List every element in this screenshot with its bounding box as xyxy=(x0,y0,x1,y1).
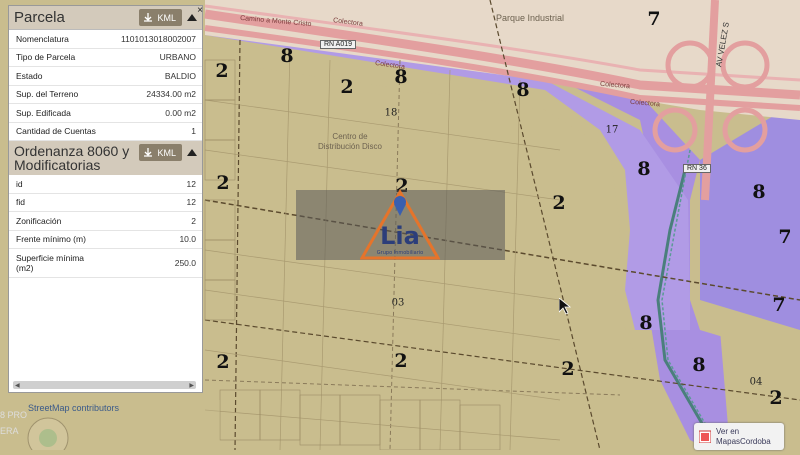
zone-label: 2 xyxy=(769,387,783,409)
row-key: Superficie mínima (m2) xyxy=(16,253,85,273)
scroll-right-icon[interactable]: ▶ xyxy=(189,382,194,389)
row-key: Cantidad de Cuentas xyxy=(16,126,96,137)
row-value: BALDIO xyxy=(164,70,196,81)
zone-label: 2 xyxy=(561,358,575,380)
table-row: fid 12 xyxy=(9,194,202,212)
button-line-2: MapasCordoba xyxy=(716,437,771,446)
row-key: id xyxy=(16,178,23,189)
zone-label: 2 xyxy=(215,60,229,82)
row-key: Sup. del Terreno xyxy=(16,89,79,100)
kml-download-button[interactable]: KML xyxy=(139,144,182,161)
zone-label: 2 xyxy=(394,350,408,372)
row-value: 1101013018002007 xyxy=(120,33,196,44)
row-value: 250.0 xyxy=(174,258,196,268)
ordenanza-title: Ordenanza 8060 y Modificatorias xyxy=(14,143,130,173)
svg-text:Grupo Inmobiliario: Grupo Inmobiliario xyxy=(377,250,423,256)
table-row: Sup. Edificada 0.00 m2 xyxy=(9,104,202,123)
download-icon xyxy=(144,147,153,157)
row-key: Estado xyxy=(16,70,43,81)
download-icon xyxy=(144,12,153,22)
parcela-header[interactable]: Parcela KML xyxy=(9,6,202,30)
info-panel: Parcela KML Nomenclatura 1101013018002007… xyxy=(9,6,205,392)
zone-label: 7 xyxy=(772,294,786,316)
table-row: Frente mínimo (m) 10.0 xyxy=(9,231,202,249)
row-value: 2 xyxy=(191,215,196,226)
row-value: 1 xyxy=(191,126,196,137)
scroll-left-icon[interactable]: ◀ xyxy=(15,382,20,389)
row-key: fid xyxy=(16,197,25,208)
phone-overlay-text: ERA xyxy=(0,426,19,436)
zone-label: 8 xyxy=(637,158,651,180)
parcel-number: 04 xyxy=(749,376,763,388)
zone-label: 8 xyxy=(752,181,766,203)
zone-label: 8 xyxy=(692,354,706,376)
horizontal-scrollbar[interactable]: ◀ ▶ xyxy=(13,381,196,389)
osm-credit[interactable]: StreetMap contributors xyxy=(28,403,119,413)
row-key: Sup. Edificada xyxy=(16,107,71,118)
close-icon[interactable]: × xyxy=(195,6,205,16)
button-line-1: Ver en xyxy=(716,427,740,436)
row-value: 24334.00 m2 xyxy=(146,89,196,100)
zone-label: 2 xyxy=(216,351,230,373)
row-value: 12 xyxy=(186,178,196,189)
place-label: Parque Industrial xyxy=(495,13,565,23)
table-row: Tipo de Parcela URBANO xyxy=(9,49,202,67)
row-value: URBANO xyxy=(159,52,196,63)
zone-label: 7 xyxy=(778,226,792,248)
zone-label: 2 xyxy=(552,192,566,214)
row-key: Tipo de Parcela xyxy=(16,52,76,63)
route-shield: RN 36 xyxy=(683,164,711,173)
kml-download-button[interactable]: KML xyxy=(139,9,182,26)
zone-label: 8 xyxy=(639,312,653,334)
ordenanza-header[interactable]: Ordenanza 8060 y Modificatorias KML xyxy=(9,141,202,175)
svg-text:Lia: Lia xyxy=(380,222,420,250)
parcel-number: 17 xyxy=(605,124,619,136)
route-shield: RN A019 xyxy=(320,40,357,49)
collapse-icon[interactable] xyxy=(187,149,197,156)
table-row: Sup. del Terreno 24334.00 m2 xyxy=(9,86,202,104)
parcela-title: Parcela xyxy=(14,9,65,26)
row-key: Frente mínimo (m) xyxy=(16,234,86,245)
table-row: Estado BALDIO xyxy=(9,67,202,86)
row-value: 0.00 m2 xyxy=(165,107,196,118)
row-key: Zonificación xyxy=(16,215,62,226)
zone-label: 2 xyxy=(216,172,230,194)
map-pin-icon xyxy=(699,430,711,443)
ver-en-mapascordoba-button[interactable]: Ver en MapasCordoba xyxy=(694,423,784,450)
table-row: Zonificación 2 xyxy=(9,212,202,231)
place-label: Centro de Distribución Disco xyxy=(317,132,383,151)
zone-label: 8 xyxy=(280,45,294,67)
table-row: Cantidad de Cuentas 1 xyxy=(9,123,202,141)
row-key: Nomenclatura xyxy=(16,33,69,44)
row-value: 10.0 xyxy=(179,234,196,245)
parcel-number: 03 xyxy=(391,297,405,309)
table-row: Nomenclatura 1101013018002007 xyxy=(9,30,202,49)
lia-logo-icon: Lia Grupo Inmobiliario xyxy=(360,188,440,260)
table-row: Superficie mínima (m2) 250.0 xyxy=(9,249,202,278)
watermark: Lia Grupo Inmobiliario xyxy=(296,188,505,260)
phone-overlay-text: 8 PRO xyxy=(0,410,28,420)
zone-label: 2 xyxy=(340,76,354,98)
row-value: 12 xyxy=(186,197,196,208)
table-row: id 12 xyxy=(9,175,202,194)
zone-label: 7 xyxy=(647,8,661,30)
kml-label: KML xyxy=(157,147,176,158)
mouse-cursor-icon xyxy=(559,298,571,315)
parcel-number: 18 xyxy=(384,107,398,119)
zone-label: 8 xyxy=(516,79,530,101)
kml-label: KML xyxy=(157,12,176,23)
